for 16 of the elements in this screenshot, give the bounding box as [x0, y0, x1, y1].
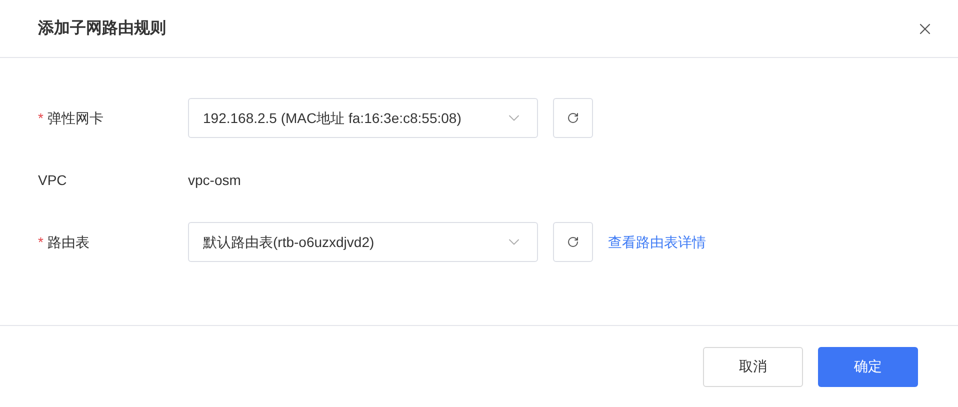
cancel-button[interactable]: 取消 [703, 346, 803, 386]
route-table-link[interactable]: 查看路由表详情 [608, 232, 706, 252]
required-asterisk: * [38, 108, 44, 128]
dialog-title: 添加子网路由规则 [38, 18, 166, 38]
required-asterisk: * [38, 232, 44, 252]
select-field[interactable]: 默认路由表(rtb-o6uzxdjvd2) [188, 222, 538, 262]
refresh-icon [567, 112, 579, 124]
confirm-button[interactable]: 确定 [818, 346, 918, 386]
refresh-button[interactable] [553, 98, 593, 138]
field-label: 弹性网卡 [47, 108, 104, 128]
field-label: VPC [38, 170, 67, 190]
field-label: 路由表 [47, 232, 90, 252]
refresh-icon [567, 236, 579, 248]
refresh-button[interactable] [553, 222, 593, 262]
field-value: vpc-osm [188, 170, 241, 190]
select-field[interactable]: 192.168.2.5 (MAC地址 fa:16:3e:c8:55:08) [188, 98, 538, 138]
